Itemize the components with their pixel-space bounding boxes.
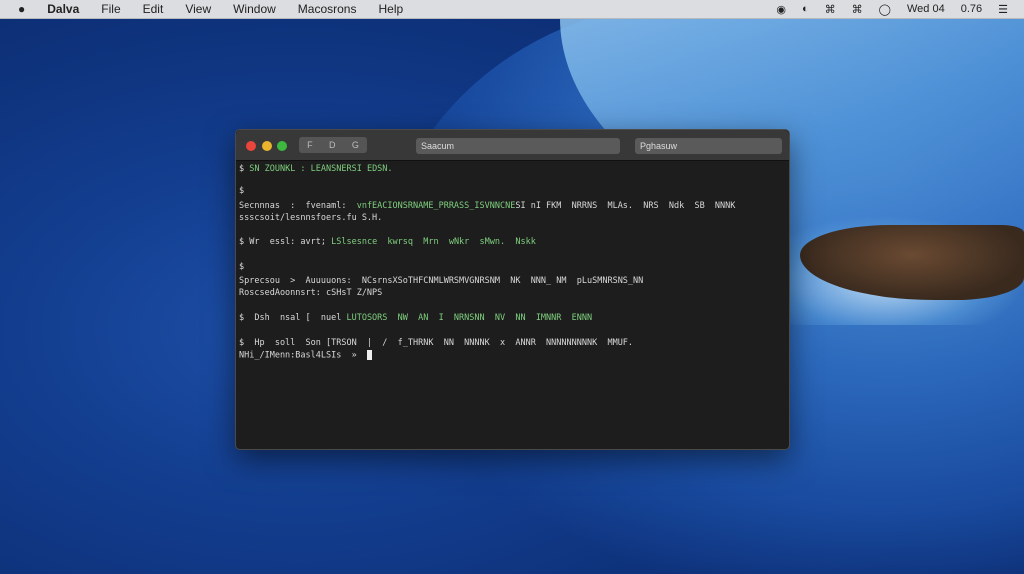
terminal-line: $ bbox=[239, 186, 244, 196]
terminal-text: ssscsoit/lesnnsfoers.fu S.H. bbox=[239, 213, 383, 223]
zoom-button[interactable] bbox=[277, 141, 287, 151]
menu-view[interactable]: View bbox=[185, 2, 211, 16]
volume-icon[interactable]: ⌘ bbox=[852, 3, 863, 16]
title-bar[interactable]: F D G Saacum Pghasuw bbox=[236, 130, 789, 161]
terminal-text: Secnnnas : fvenaml: bbox=[239, 201, 357, 211]
cursor bbox=[366, 350, 372, 360]
terminal-text: $ Dsh nsal [ nuel bbox=[239, 313, 347, 323]
terminal-text: $ bbox=[239, 186, 245, 196]
terminal-line: NHi_/IMenn:Basl4LSIs » bbox=[239, 350, 372, 361]
battery-icon[interactable]: ◉ bbox=[776, 3, 786, 16]
terminal-text: $ Wr essl: avrt; bbox=[239, 237, 332, 247]
menu-help[interactable]: Help bbox=[378, 2, 403, 16]
menu-bar: ● Dalva File Edit View Window Macosrons … bbox=[0, 0, 1024, 19]
terminal-line: $ bbox=[239, 262, 244, 272]
terminal-line: Sprecsou > Auuuuons: NCsrnsXSoTHFCNMLWRS… bbox=[239, 276, 643, 286]
menu-file[interactable]: File bbox=[101, 2, 120, 16]
time-label[interactable]: 0.76 bbox=[961, 3, 982, 15]
terminal-text: $ bbox=[239, 164, 250, 174]
toolbar-button[interactable]: G bbox=[352, 140, 359, 150]
terminal-text: Sprecsou > Auuuuons: NCsrnsXSoTHFCNMLWRS… bbox=[239, 276, 644, 286]
apple-menu-icon[interactable]: ● bbox=[18, 2, 25, 16]
terminal-text: $ bbox=[239, 262, 245, 272]
terminal-line: Secnnnas : fvenaml: vnfEACIONSRNAME_PRRA… bbox=[239, 201, 735, 211]
terminal-text: LUTOSORS NW AN I NRNSNN NV NN IMNNR ENNN bbox=[346, 313, 593, 323]
date-label[interactable]: Wed 04 bbox=[907, 3, 945, 15]
menu-window[interactable]: Window bbox=[233, 2, 276, 16]
search-field[interactable]: Saacum bbox=[416, 138, 620, 154]
terminal-text: SN ZOUNKL : LEANSNERSI EDSN. bbox=[249, 164, 393, 174]
minimize-button[interactable] bbox=[262, 141, 272, 151]
toolbar-button[interactable]: F bbox=[307, 140, 313, 150]
terminal-line: $ Hp soll Son [TRSON | / f_THRNK NN NNNN… bbox=[239, 338, 633, 348]
wifi-icon[interactable]: ◐ bbox=[802, 3, 809, 15]
terminal-line: $ Wr essl: avrt; LSlsesnce kwrsq Mrn wNk… bbox=[239, 237, 536, 247]
terminal-text: SI nI FKM NRRNS MLAs. NRS Ndk SB NNNK bbox=[515, 201, 736, 211]
terminal-line: $ SN ZOUNKL : LEANSNERSI EDSN. bbox=[239, 164, 393, 174]
bluetooth-icon[interactable]: ⌘ bbox=[825, 3, 836, 16]
list-menu-icon[interactable]: ☰ bbox=[998, 3, 1008, 16]
clock-icon[interactable]: ◯ bbox=[879, 3, 891, 16]
terminal-text: vnfEACIONSRNAME_PRRASS_ISVNNCNE bbox=[356, 201, 516, 211]
menu-app[interactable]: Dalva bbox=[47, 2, 79, 16]
toolbar-buttons: F D G bbox=[299, 137, 367, 153]
menu-macros[interactable]: Macosrons bbox=[298, 2, 357, 16]
terminal-window: F D G Saacum Pghasuw $ SN ZOUNKL : LEANS… bbox=[235, 129, 790, 450]
toolbar-button[interactable]: D bbox=[329, 140, 336, 150]
terminal-text: NHi_/IMenn:Basl4LSIs » bbox=[239, 350, 367, 361]
terminal-line: ssscsoit/lesnnsfoers.fu S.H. bbox=[239, 213, 382, 223]
terminal-line: RoscsedAoonnsrt: cSHsT Z/NPS bbox=[239, 288, 382, 298]
terminal-text: $ Hp soll Son [TRSON | / f_THRNK NN NNNN… bbox=[239, 338, 634, 348]
terminal-line: $ Dsh nsal [ nuel LUTOSORS NW AN I NRNSN… bbox=[239, 313, 592, 323]
terminal-text: RoscsedAoonnsrt: cSHsT Z/NPS bbox=[239, 288, 383, 298]
secondary-field[interactable]: Pghasuw bbox=[635, 138, 782, 154]
terminal-text: LSlsesnce kwrsq Mrn wNkr sMwn. Nskk bbox=[331, 237, 536, 247]
close-button[interactable] bbox=[246, 141, 256, 151]
menu-edit[interactable]: Edit bbox=[143, 2, 164, 16]
